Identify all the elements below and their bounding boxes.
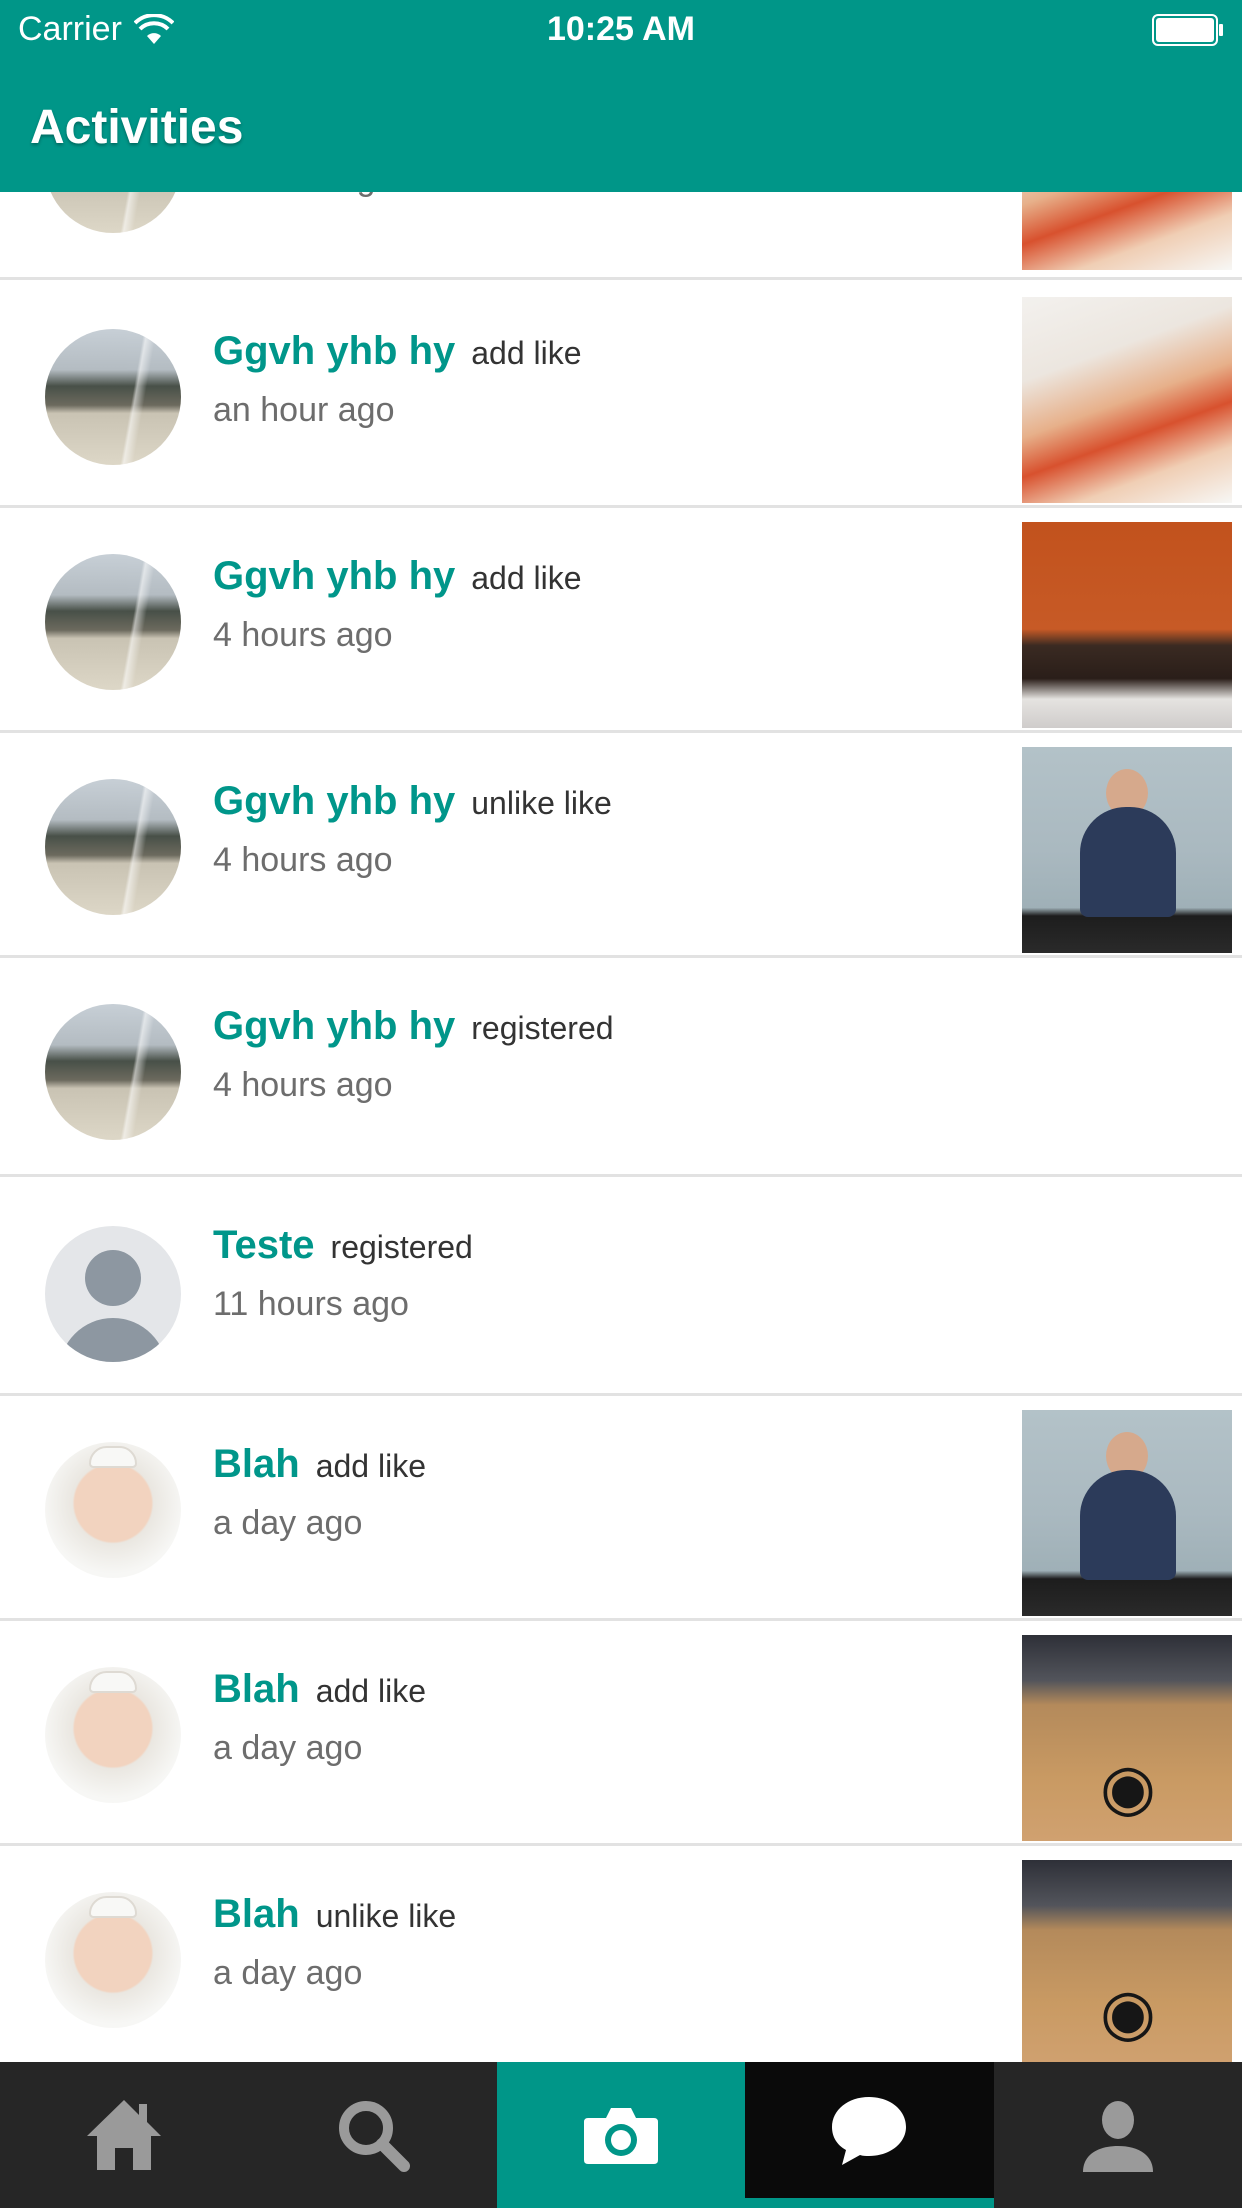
- user-avatar[interactable]: [45, 1667, 181, 1803]
- tab-bar: [0, 2062, 1242, 2208]
- user-avatar[interactable]: [45, 779, 181, 915]
- activity-action: unlike like: [315, 1898, 457, 1934]
- user-name-link[interactable]: Ggvh yhb hy: [213, 329, 455, 374]
- page-title: Activities: [30, 101, 244, 154]
- activity-action: add like: [471, 335, 582, 371]
- activity-time: a day ago: [213, 1729, 363, 1767]
- user-avatar[interactable]: [45, 1442, 181, 1578]
- user-avatar[interactable]: [45, 329, 181, 465]
- activity-time: 4 hours ago: [213, 841, 393, 879]
- home-icon: [87, 2100, 162, 2170]
- user-name-link[interactable]: Teste: [213, 1223, 315, 1268]
- user-name-link[interactable]: Ggvh yhb hy: [213, 554, 455, 599]
- post-thumbnail[interactable]: [1022, 297, 1232, 503]
- activity-action: registered: [330, 1229, 473, 1265]
- activity-action: unlike like: [471, 785, 612, 821]
- user-name-link[interactable]: Blah: [213, 1892, 300, 1937]
- user-name-link[interactable]: Blah: [213, 1442, 300, 1487]
- activity-time: 4 hours ago: [213, 1066, 393, 1104]
- camera-icon: [583, 2108, 658, 2164]
- tab-search[interactable]: [248, 2062, 496, 2208]
- activity-time: 4 hours ago: [213, 616, 393, 654]
- tab-profile[interactable]: [994, 2062, 1242, 2208]
- activity-action: add like: [315, 1673, 426, 1709]
- activity-row[interactable]: Blah add like a day ago: [0, 1396, 1242, 1621]
- apple-logo-icon: ◉: [1100, 1751, 1156, 1823]
- activity-time: an hour ago: [213, 391, 395, 429]
- user-name-link[interactable]: Ggvh yhb hy: [213, 1004, 455, 1049]
- post-thumbnail[interactable]: ◉: [1022, 1860, 1232, 2062]
- post-thumbnail[interactable]: ◉: [1022, 1635, 1232, 1841]
- activity-time: 11 hours ago: [213, 1285, 409, 1323]
- user-avatar[interactable]: [45, 1892, 181, 2028]
- activity-row[interactable]: Blah unlike like a day ago ◉: [0, 1846, 1242, 2062]
- default-avatar-icon[interactable]: [45, 1226, 181, 1362]
- activity-row[interactable]: Ggvh yhb hy add like 4 hours ago: [0, 508, 1242, 733]
- user-avatar[interactable]: [45, 554, 181, 690]
- activity-row[interactable]: Teste registered 11 hours ago: [0, 1177, 1242, 1396]
- app-header: Carrier 10:25 AM Activities: [0, 0, 1242, 192]
- post-thumbnail[interactable]: [1022, 1410, 1232, 1616]
- activity-time: a day ago: [213, 1504, 363, 1542]
- activity-action: add like: [471, 560, 582, 596]
- activity-list[interactable]: an hour ago Ggvh yhb hy add like an hour…: [0, 136, 1242, 2062]
- battery-icon: [1152, 14, 1223, 46]
- chat-bubble-icon: [832, 2097, 907, 2165]
- user-name-link[interactable]: Blah: [213, 1667, 300, 1712]
- status-bar: Carrier 10:25 AM: [0, 0, 1242, 60]
- activity-time: a day ago: [213, 1954, 363, 1992]
- profile-icon: [1082, 2101, 1153, 2172]
- thumbnail-person: [1080, 807, 1176, 917]
- activity-row[interactable]: Ggvh yhb hy registered 4 hours ago: [0, 958, 1242, 1177]
- activity-row[interactable]: Ggvh yhb hy unlike like 4 hours ago: [0, 733, 1242, 958]
- tab-camera[interactable]: [496, 2062, 746, 2208]
- thumbnail-person: [1080, 1470, 1176, 1580]
- activity-row[interactable]: Ggvh yhb hy add like an hour ago: [0, 283, 1242, 508]
- activity-row[interactable]: Blah add like a day ago ◉: [0, 1621, 1242, 1846]
- post-thumbnail[interactable]: [1022, 747, 1232, 953]
- post-thumbnail[interactable]: [1022, 522, 1232, 728]
- tab-activities[interactable]: [745, 2062, 994, 2208]
- search-icon: [338, 2101, 410, 2172]
- activity-action: add like: [315, 1448, 426, 1484]
- status-time: 10:25 AM: [546, 10, 696, 48]
- user-avatar[interactable]: [45, 1004, 181, 1140]
- activity-action: registered: [471, 1010, 614, 1046]
- apple-logo-icon: ◉: [1100, 1976, 1156, 2048]
- tab-home[interactable]: [0, 2062, 248, 2208]
- user-name-link[interactable]: Ggvh yhb hy: [213, 779, 455, 824]
